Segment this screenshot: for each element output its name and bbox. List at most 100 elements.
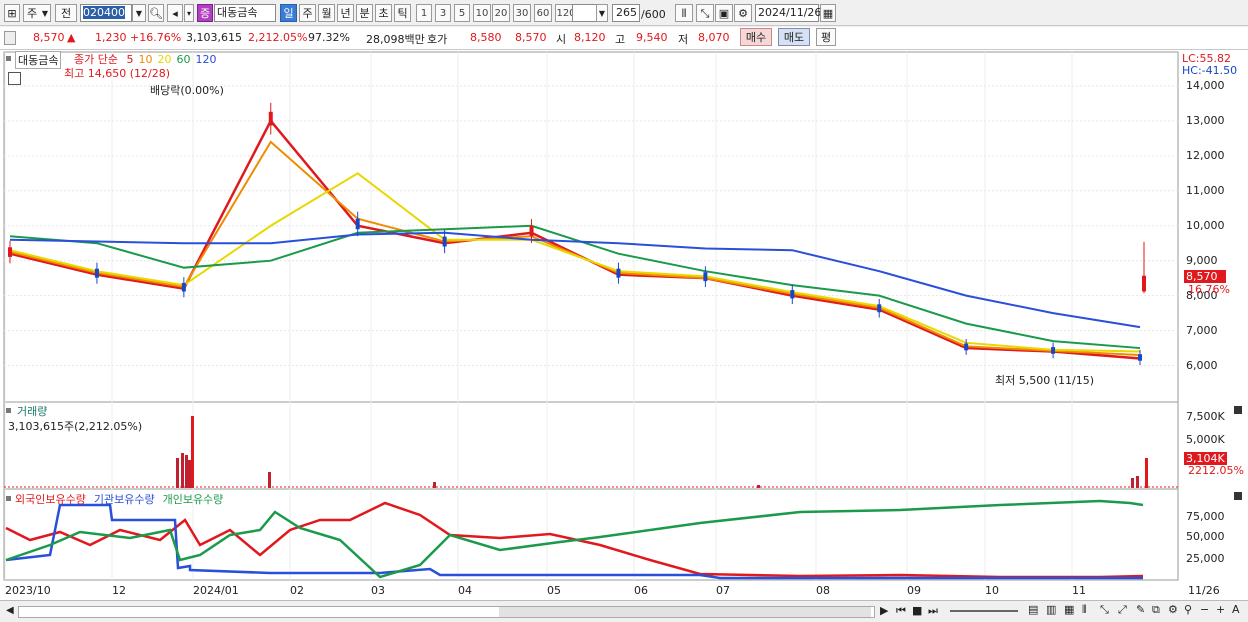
ma-legend-item[interactable]: 60 bbox=[176, 53, 190, 66]
window-menu-icon[interactable]: ⊞ bbox=[4, 4, 20, 22]
scroll-left-icon[interactable]: ◀ bbox=[6, 605, 14, 616]
hold-ytick: 75,000 bbox=[1186, 510, 1225, 523]
zoom-in-icon[interactable]: + bbox=[1216, 603, 1225, 616]
candle-body bbox=[529, 225, 534, 237]
calendar-icon[interactable]: ▦ bbox=[820, 4, 836, 22]
count-input[interactable]: 265 bbox=[612, 4, 640, 22]
change-pct: +16.76% bbox=[130, 31, 182, 44]
gear-icon[interactable]: ⚙ bbox=[734, 4, 752, 22]
price-ytick: 14,000 bbox=[1186, 78, 1225, 92]
interval-tab[interactable]: 60 bbox=[534, 4, 552, 22]
scroll-thumb[interactable] bbox=[499, 607, 871, 617]
period-tab[interactable]: 틱 bbox=[394, 4, 411, 22]
chart-type-icon[interactable]: ⫴ bbox=[1082, 603, 1087, 617]
speaker-dropdown-icon[interactable]: ▾ bbox=[184, 4, 194, 22]
volume-bar bbox=[191, 416, 194, 488]
price-ytick: 11,000 bbox=[1186, 183, 1225, 197]
forward-icon[interactable]: ⏭ bbox=[928, 604, 938, 618]
interval-tab[interactable]: 30 bbox=[513, 4, 531, 22]
scroll-right-icon[interactable]: ▶ bbox=[880, 604, 888, 617]
candle-body bbox=[8, 247, 12, 257]
zoom-out-icon[interactable]: − bbox=[1200, 603, 1209, 616]
period-tab[interactable]: 일 bbox=[280, 4, 297, 22]
x-label: 04 bbox=[458, 584, 472, 597]
stock-name-field[interactable]: 대동금속 bbox=[214, 4, 276, 22]
toolbar: ⊞ 주 ▼ 전 020400 ▼ 🔍︎ ◂ ▾ 증 대동금속 일주월년분초틱 13… bbox=[0, 0, 1248, 26]
price-ytick: 9,000 bbox=[1186, 253, 1218, 267]
period-tab[interactable]: 월 bbox=[318, 4, 335, 22]
volume-bar bbox=[268, 472, 271, 488]
stock-badge: 증 bbox=[197, 4, 213, 22]
volume-bar bbox=[1145, 458, 1148, 488]
x-label: 12 bbox=[112, 584, 126, 597]
close-panel-icon[interactable] bbox=[1234, 492, 1242, 500]
expand-toggle-icon[interactable] bbox=[4, 31, 16, 45]
holding-legend-item[interactable]: 외국인보유수량 bbox=[15, 493, 86, 506]
search-icon[interactable]: 🔍︎ bbox=[148, 4, 164, 22]
bottom-scrollbar[interactable]: ◀ ▶ ⏮ ■ ⏭ ▤ ▥ ▦ ⫴ ⤡ ⤢ ✎ ⧉ ⚙ ⚲ − + A bbox=[0, 600, 1248, 622]
trend-icon[interactable]: ⤡ bbox=[1100, 603, 1109, 617]
stock-code-input[interactable]: 020400 bbox=[80, 4, 132, 22]
interval-dropdown-icon[interactable]: ▼ bbox=[596, 4, 608, 22]
code-dropdown-icon[interactable]: ▼ bbox=[132, 4, 146, 22]
period-tab[interactable]: 초 bbox=[375, 4, 392, 22]
ma-legend-item[interactable]: 120 bbox=[195, 53, 216, 66]
x-label: 07 bbox=[716, 584, 730, 597]
layout-icon[interactable]: ▤ bbox=[1028, 603, 1038, 616]
chevron-down-icon: ▼ bbox=[41, 9, 48, 18]
eval-button[interactable]: 평 bbox=[816, 28, 836, 46]
interval-tab[interactable]: 5 bbox=[454, 4, 470, 22]
chart-svg[interactable] bbox=[0, 50, 1248, 600]
sell-button[interactable]: 매도 bbox=[778, 28, 810, 46]
font-size-icon[interactable]: A bbox=[1232, 603, 1240, 616]
close-panel-icon[interactable] bbox=[1234, 406, 1242, 414]
x-label: 2023/10 bbox=[5, 584, 51, 597]
latest-candle-body bbox=[1142, 275, 1146, 292]
split-icon[interactable]: ▥ bbox=[1046, 603, 1056, 616]
buy-button[interactable]: 매수 bbox=[740, 28, 772, 46]
chart-area[interactable]: 대동금속 종가 단순 5 10 20 60 120 LC:55.82 HC:-41.50… bbox=[0, 50, 1248, 621]
speaker-icon[interactable]: ◂ bbox=[167, 4, 183, 22]
interval-tab[interactable]: 20 bbox=[492, 4, 510, 22]
zoom-slider[interactable] bbox=[950, 610, 1018, 612]
period-select[interactable]: 주 ▼ bbox=[23, 4, 51, 22]
low-price: 8,070 bbox=[698, 31, 730, 44]
volume-value: 3,103,615 bbox=[186, 31, 242, 44]
holding-legend[interactable]: 외국인보유수량 기관보유수량 개인보유수량 bbox=[15, 491, 231, 507]
vol-ytick: 5,000K bbox=[1186, 433, 1225, 446]
period-tab[interactable]: 년 bbox=[337, 4, 354, 22]
x-label: 06 bbox=[634, 584, 648, 597]
market-select[interactable]: 전 bbox=[55, 4, 77, 22]
panel-bullet-icon bbox=[6, 56, 11, 61]
price-panel-name[interactable]: 대동금속 bbox=[15, 51, 62, 69]
grid-toggle-icon[interactable] bbox=[8, 72, 21, 85]
candle-body bbox=[964, 343, 969, 351]
zoom-icon[interactable]: ⚲ bbox=[1184, 603, 1192, 616]
pen-icon[interactable]: ✎ bbox=[1136, 603, 1145, 616]
date-input[interactable]: 2024/11/26 bbox=[755, 4, 821, 22]
volume-panel-frame bbox=[3, 401, 1179, 490]
stop-icon[interactable]: ■ bbox=[912, 604, 922, 617]
draw-tool-icon[interactable]: ⤡ bbox=[696, 4, 714, 22]
current-price-tag: 8,570 bbox=[1184, 270, 1226, 283]
save-icon[interactable]: ▣ bbox=[715, 4, 733, 22]
x-label: 2024/01 bbox=[193, 584, 239, 597]
vol-ytick: 7,500K bbox=[1186, 410, 1225, 423]
volume-pct-tag: 2212.05% bbox=[1188, 464, 1244, 477]
holding-legend-item[interactable]: 기관보유수량 bbox=[94, 493, 155, 506]
period-tab[interactable]: 주 bbox=[299, 4, 316, 22]
candle-type-icon[interactable]: ⫴ bbox=[675, 4, 693, 22]
interval-tab[interactable]: 3 bbox=[435, 4, 451, 22]
volume-panel-title[interactable]: 거래량 bbox=[15, 403, 49, 419]
interval-tab[interactable]: 1 bbox=[416, 4, 432, 22]
draw-icon[interactable]: ⤢ bbox=[1118, 603, 1127, 617]
settings-icon[interactable]: ⚙ bbox=[1168, 603, 1178, 616]
interval-tab[interactable]: 10 bbox=[473, 4, 491, 22]
scroll-track[interactable] bbox=[18, 606, 875, 618]
rewind-icon[interactable]: ⏮ bbox=[896, 604, 906, 618]
holding-legend-item[interactable]: 개인보유수량 bbox=[163, 493, 224, 506]
bid-price: 8,570 bbox=[515, 31, 547, 44]
copy-icon[interactable]: ⧉ bbox=[1152, 603, 1160, 617]
period-tab[interactable]: 분 bbox=[356, 4, 373, 22]
grid-icon[interactable]: ▦ bbox=[1064, 603, 1074, 616]
